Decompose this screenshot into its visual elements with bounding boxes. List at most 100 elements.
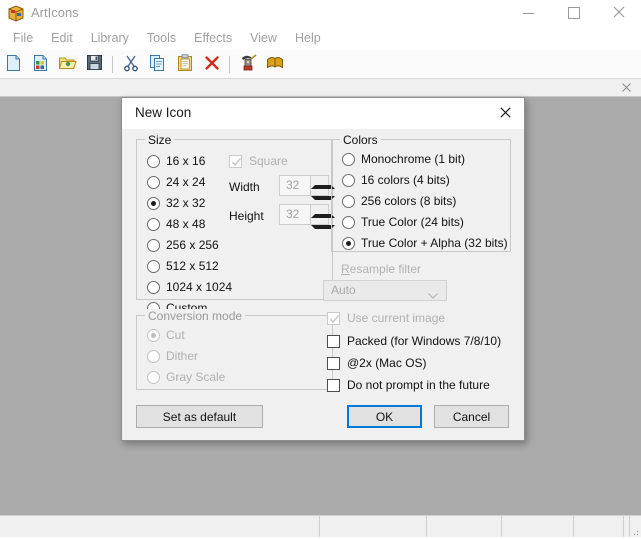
- packed-label: Packed (for Windows 7/8/10): [347, 334, 501, 348]
- ok-label: OK: [376, 410, 393, 424]
- toolbar-open-button[interactable]: [54, 51, 81, 77]
- minimize-icon: [523, 13, 534, 14]
- size-option-16-label: 16 x 16: [166, 154, 205, 168]
- radio-icon: [147, 218, 160, 231]
- status-cell-2: [320, 516, 427, 537]
- conversion-option-dither[interactable]: Dither: [147, 348, 198, 364]
- cancel-button[interactable]: Cancel: [434, 405, 509, 428]
- width-label: Width: [229, 180, 260, 194]
- menu-view[interactable]: View: [241, 26, 286, 50]
- menu-library[interactable]: Library: [82, 26, 138, 50]
- height-spinner[interactable]: 32: [279, 204, 329, 225]
- radio-icon: [147, 176, 160, 189]
- color-option-monochrome-label: Monochrome (1 bit): [361, 152, 465, 166]
- color-option-16[interactable]: 16 colors (4 bits): [342, 172, 450, 188]
- height-spin-down[interactable]: [311, 215, 327, 224]
- toolbar-cut-button[interactable]: [117, 51, 144, 77]
- radio-icon: [342, 195, 355, 208]
- height-spin-up[interactable]: [311, 205, 327, 214]
- new-image-icon: [32, 54, 49, 75]
- width-value: 32: [286, 178, 299, 192]
- size-option-32-label: 32 x 32: [166, 196, 205, 210]
- resample-filter-combobox[interactable]: Auto: [323, 280, 447, 301]
- toolbar-save-button[interactable]: [81, 51, 108, 77]
- close-button[interactable]: [596, 0, 641, 26]
- width-spinner[interactable]: 32: [279, 175, 329, 196]
- delete-x-icon: [204, 55, 220, 74]
- color-option-truecolor[interactable]: True Color (24 bits): [342, 214, 464, 230]
- document-close-button[interactable]: [619, 80, 633, 94]
- use-current-image-label: Use current image: [347, 311, 445, 325]
- toolbar-copy-button[interactable]: [144, 51, 171, 77]
- size-option-512[interactable]: 512 x 512: [147, 258, 219, 274]
- maximize-button[interactable]: [551, 0, 596, 26]
- minimize-button[interactable]: [506, 0, 551, 26]
- size-group-legend: Size: [145, 133, 174, 147]
- width-spin-buttons[interactable]: [310, 176, 328, 195]
- conversion-option-cut[interactable]: Cut: [147, 327, 185, 343]
- packed-checkbox[interactable]: Packed (for Windows 7/8/10): [327, 333, 501, 349]
- radio-checked-icon: [147, 329, 160, 342]
- toolbar-delete-button[interactable]: [198, 51, 225, 77]
- height-spin-buttons[interactable]: [310, 205, 328, 224]
- at2x-label: @2x (Mac OS): [347, 356, 427, 370]
- status-cell-1: [0, 516, 320, 537]
- window-titlebar: ArtIcons: [0, 0, 641, 26]
- size-option-24[interactable]: 24 x 24: [147, 174, 205, 190]
- color-option-256[interactable]: 256 colors (8 bits): [342, 193, 456, 209]
- menu-file[interactable]: File: [4, 26, 42, 50]
- size-option-32[interactable]: 32 x 32: [147, 195, 205, 211]
- size-option-256[interactable]: 256 x 256: [147, 237, 219, 253]
- library-book-icon: [266, 55, 284, 74]
- cancel-label: Cancel: [453, 410, 490, 424]
- size-option-1024[interactable]: 1024 x 1024: [147, 279, 232, 295]
- radio-icon: [147, 239, 160, 252]
- toolbar-new-image-button[interactable]: [27, 51, 54, 77]
- size-groupbox: Size 16 x 16 24 x 24 32 x 32 48 x 48: [136, 139, 333, 300]
- maximize-icon: [568, 7, 580, 19]
- size-option-16[interactable]: 16 x 16: [147, 153, 205, 169]
- checkbox-checked-icon: [229, 155, 242, 168]
- status-cell-3: [427, 516, 502, 537]
- color-option-256-label: 256 colors (8 bits): [361, 194, 456, 208]
- app-icon: [7, 4, 25, 22]
- at2x-checkbox[interactable]: @2x (Mac OS): [327, 355, 427, 371]
- toolbar-paste-button[interactable]: [171, 51, 198, 77]
- conversion-option-cut-label: Cut: [166, 328, 185, 342]
- menu-tools[interactable]: Tools: [138, 26, 185, 50]
- square-checkbox[interactable]: Square: [229, 153, 288, 169]
- color-option-truecolor-alpha[interactable]: True Color + Alpha (32 bits): [342, 235, 508, 251]
- size-option-24-label: 24 x 24: [166, 175, 205, 189]
- do-not-prompt-checkbox[interactable]: Do not prompt in the future: [327, 377, 490, 393]
- cut-scissors-icon: [123, 54, 139, 75]
- status-cell-5: [574, 516, 624, 537]
- size-option-512-label: 512 x 512: [166, 259, 219, 273]
- menu-effects[interactable]: Effects: [185, 26, 241, 50]
- new-icon-dialog: New Icon Size 16 x 16 24 x 24: [121, 97, 525, 441]
- conversion-mode-groupbox: Conversion mode Cut Dither Gray Scale: [136, 315, 333, 390]
- toolbar-extract-button[interactable]: [234, 51, 261, 77]
- toolbar-library-button[interactable]: [261, 51, 288, 77]
- width-spin-down[interactable]: [311, 186, 327, 195]
- width-spin-up[interactable]: [311, 176, 327, 185]
- color-option-monochrome[interactable]: Monochrome (1 bit): [342, 151, 465, 167]
- menu-edit[interactable]: Edit: [42, 26, 82, 50]
- dialog-close-button[interactable]: [486, 98, 524, 128]
- square-checkbox-label: Square: [249, 154, 288, 168]
- resize-grip-icon[interactable]: [629, 525, 639, 535]
- ok-button[interactable]: OK: [347, 405, 422, 428]
- set-as-default-button[interactable]: Set as default: [136, 405, 263, 428]
- radio-icon: [147, 281, 160, 294]
- color-option-16-label: 16 colors (4 bits): [361, 173, 450, 187]
- use-current-image-checkbox[interactable]: Use current image: [327, 310, 445, 326]
- size-option-48[interactable]: 48 x 48: [147, 216, 205, 232]
- checkbox-icon: [327, 357, 340, 370]
- radio-icon: [147, 155, 160, 168]
- colors-groupbox: Colors Monochrome (1 bit) 16 colors (4 b…: [331, 139, 511, 252]
- menu-help[interactable]: Help: [286, 26, 330, 50]
- colors-group-legend: Colors: [340, 133, 381, 147]
- new-icon: [5, 54, 22, 75]
- close-icon: [613, 6, 625, 21]
- conversion-option-grayscale[interactable]: Gray Scale: [147, 369, 225, 385]
- toolbar-new-button[interactable]: [0, 51, 27, 77]
